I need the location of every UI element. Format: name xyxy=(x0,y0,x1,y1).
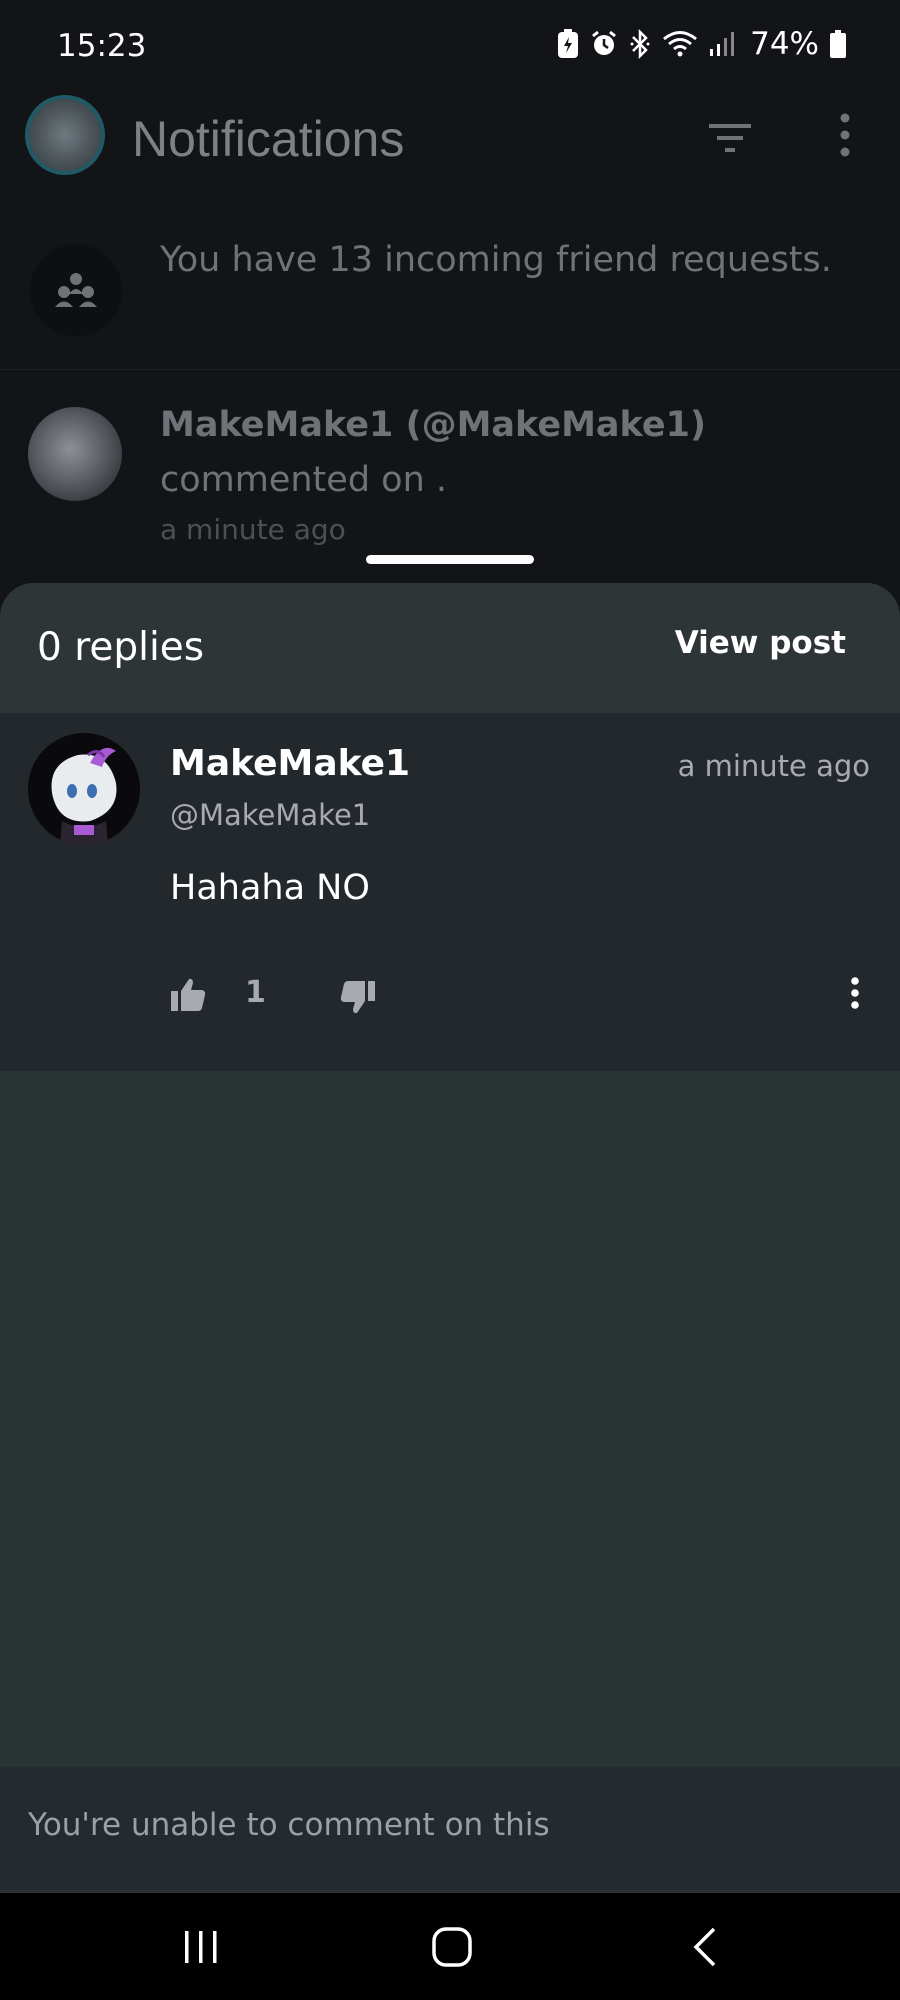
thumbs-up-icon[interactable] xyxy=(168,975,208,1015)
home-icon[interactable] xyxy=(392,1893,512,2000)
recent-apps-icon[interactable] xyxy=(141,1893,261,2000)
system-nav-bar xyxy=(0,1893,900,2000)
comment-author[interactable]: MakeMake1 xyxy=(170,743,410,784)
status-time: 15:23 xyxy=(57,28,147,64)
battery-saver-icon xyxy=(557,29,579,59)
replies-sheet: 0 replies View post MakeMake1 @MakeMake1… xyxy=(0,583,900,1893)
notification-body: commented on . xyxy=(160,460,448,500)
battery-percent: 74% xyxy=(750,26,819,62)
replies-count: 0 replies xyxy=(37,625,205,670)
back-icon[interactable] xyxy=(645,1893,765,2000)
battery-icon xyxy=(830,30,846,58)
page-title: Notifications xyxy=(132,111,405,167)
status-icons: 74% xyxy=(557,26,846,62)
sheet-drag-handle[interactable] xyxy=(366,555,534,564)
sheet-header: 0 replies View post xyxy=(0,583,900,713)
bluetooth-icon xyxy=(629,29,651,59)
avatar[interactable] xyxy=(28,733,140,845)
comment-disabled-bar: You're unable to comment on this xyxy=(0,1767,900,1890)
screen: 15:23 74% Notifications You have 13 inco… xyxy=(0,0,900,2000)
app-header: Notifications xyxy=(0,90,900,190)
friend-requests-text: You have 13 incoming friend requests. xyxy=(160,240,832,280)
notification-time: a minute ago xyxy=(160,513,346,546)
notification-title: MakeMake1 (@MakeMake1) xyxy=(160,405,706,445)
comment-card: MakeMake1 @MakeMake1 a minute ago Hahaha… xyxy=(0,713,900,1071)
friend-requests-notification[interactable]: You have 13 incoming friend requests. xyxy=(0,220,900,370)
comment-time: a minute ago xyxy=(677,749,870,783)
wifi-icon xyxy=(662,30,698,58)
comment-disabled-text: You're unable to comment on this xyxy=(28,1807,550,1843)
status-bar: 15:23 74% xyxy=(0,0,900,90)
thumbs-down-icon[interactable] xyxy=(338,977,378,1017)
profile-avatar[interactable] xyxy=(25,95,105,175)
more-options-icon[interactable] xyxy=(830,110,860,160)
comment-text: Hahaha NO xyxy=(170,868,370,908)
signal-icon xyxy=(709,31,735,57)
comment-notification[interactable]: MakeMake1 (@MakeMake1) commented on . a … xyxy=(0,395,900,565)
alarm-icon xyxy=(590,30,618,58)
comment-author-handle: @MakeMake1 xyxy=(170,798,371,832)
comment-more-icon[interactable] xyxy=(845,973,865,1013)
filter-icon[interactable] xyxy=(705,118,755,158)
friends-icon xyxy=(30,244,122,336)
view-post-button[interactable]: View post xyxy=(675,625,846,661)
avatar xyxy=(28,407,122,501)
like-count: 1 xyxy=(245,975,266,1010)
